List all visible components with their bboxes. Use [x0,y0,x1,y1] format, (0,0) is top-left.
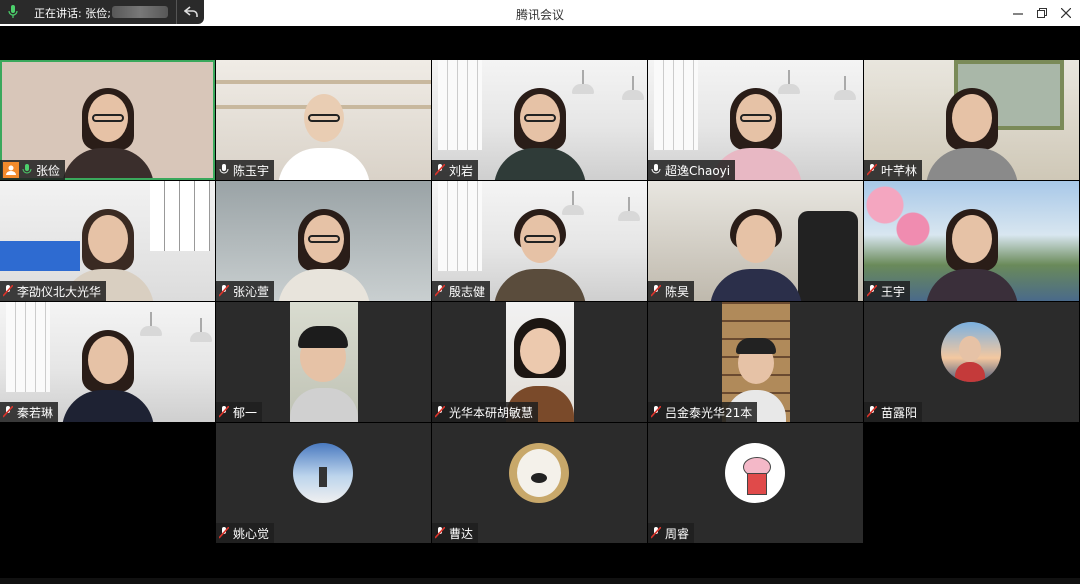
participant-name: 光华本研胡敏慧 [449,405,534,420]
participant-tile[interactable]: 刘岩 [432,60,647,180]
mic-icon [219,164,229,176]
mic-muted-icon [650,526,662,539]
bottom-toolbar-edge [0,578,1080,584]
mic-icon [8,5,18,22]
person-icon [3,162,19,178]
participant-video [490,205,590,301]
participant-name: 刘岩 [449,163,474,178]
speaker-blur [112,6,168,18]
speaking-label: 正在讲话: 张俭; [34,7,111,20]
participant-label: 陈昊 [648,281,695,301]
participant-tile[interactable]: 郁一 [216,302,431,422]
participant-tile[interactable]: 超逸Chaoyi [648,60,863,180]
participant-avatar [293,443,353,503]
participant-name: 姚心觉 [233,526,270,541]
mic-muted-icon [218,526,230,539]
participant-tile[interactable]: 吕金泰光华21本 [648,302,863,422]
participant-label: 刘岩 [432,160,479,180]
participant-tile[interactable]: 光华本研胡敏慧 [432,302,647,422]
participant-label: 苗露阳 [864,402,923,422]
participant-name: 秦若琳 [17,405,54,420]
participant-tile[interactable]: 陈玉宇 [216,60,431,180]
participant-avatar [509,443,569,503]
participant-video [922,84,1022,180]
participant-name: 苗露阳 [881,405,918,420]
participant-name: 张俭 [36,163,61,178]
participant-name: 叶芊林 [881,163,918,178]
mic-muted-icon [434,526,446,539]
mic-muted-icon [218,284,230,297]
participant-name: 陈玉宇 [233,163,270,178]
participant-name: 王宇 [881,284,906,299]
participant-avatar [941,322,1001,382]
mic-muted-icon [2,284,14,297]
participant-tile[interactable]: 叶芊林 [864,60,1079,180]
participant-tile[interactable]: 曹达 [432,423,647,543]
participant-label: 张沁萱 [216,281,275,301]
mic-muted-icon [650,284,662,297]
mic-muted-icon [434,284,446,297]
mic-muted-icon [218,405,230,418]
participant-tile[interactable]: 张沁萱 [216,181,431,301]
participant-tile[interactable]: 苗露阳 [864,302,1079,422]
participant-label: 秦若琳 [0,402,59,422]
participant-name: 曹达 [449,526,474,541]
back-arrow-icon[interactable] [176,0,205,24]
participant-avatar [725,443,785,503]
participant-label: 郁一 [216,402,263,422]
participant-video [922,205,1022,301]
participant-tile[interactable]: 陈昊 [648,181,863,301]
speaking-indicator[interactable]: 正在讲话: 张俭; [0,0,204,24]
participant-tile[interactable]: 殷志健 [432,181,647,301]
mic-muted-icon [866,405,878,418]
participant-name: 吕金泰光华21本 [665,405,753,420]
participant-label: 殷志健 [432,281,491,301]
participant-video [58,84,158,180]
mic-muted-icon [2,405,14,418]
participant-name: 陈昊 [665,284,690,299]
participant-label: 张俭 [0,160,66,180]
participant-label: 吕金泰光华21本 [648,402,758,422]
participant-name: 郁一 [233,405,258,420]
participant-name: 殷志健 [449,284,486,299]
participant-label: 超逸Chaoyi [648,160,736,180]
participant-tile[interactable]: 周睿 [648,423,863,543]
participant-label: 陈玉宇 [216,160,275,180]
participant-tile[interactable]: 李劭仪北大光华 [0,181,215,301]
participant-video [274,84,374,180]
participant-name: 超逸Chaoyi [665,163,731,178]
participant-label: 光华本研胡敏慧 [432,402,539,422]
close-icon[interactable] [1052,0,1080,26]
participant-name: 周睿 [665,526,690,541]
participant-label: 曹达 [432,523,479,543]
participant-label: 叶芊林 [864,160,923,180]
participant-tile[interactable]: 秦若琳 [0,302,215,422]
participant-tile[interactable]: 张俭 [0,60,215,180]
participant-tile[interactable]: 姚心觉 [216,423,431,543]
participant-name: 李劭仪北大光华 [17,284,102,299]
mic-icon [22,164,32,176]
participant-video [58,326,158,422]
participant-video [706,205,806,301]
participant-label: 周睿 [648,523,695,543]
mic-icon [651,164,661,176]
mic-muted-icon [434,405,446,418]
participant-label: 姚心觉 [216,523,275,543]
mic-muted-icon [650,405,662,418]
mic-muted-icon [434,163,446,176]
mic-muted-icon [866,284,878,297]
participant-video [290,302,358,422]
participant-tile[interactable]: 王宇 [864,181,1079,301]
participant-video [490,84,590,180]
mic-muted-icon [866,163,878,176]
participant-label: 李劭仪北大光华 [0,281,107,301]
participant-label: 王宇 [864,281,911,301]
participant-name: 张沁萱 [233,284,270,299]
participant-video [274,205,374,301]
